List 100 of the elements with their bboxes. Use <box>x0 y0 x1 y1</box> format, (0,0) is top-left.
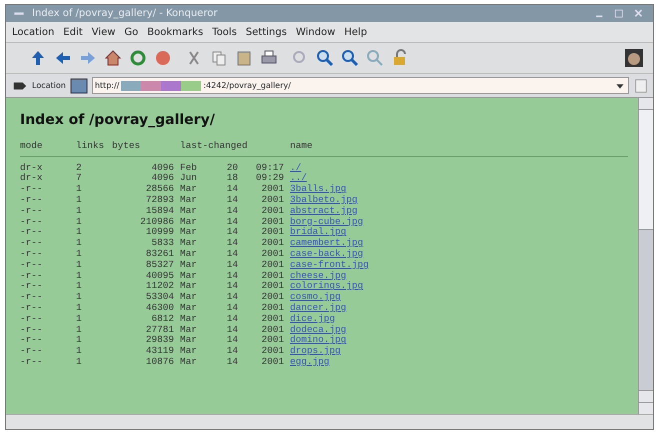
zoom-in-icon[interactable] <box>315 49 335 67</box>
file-link[interactable]: dice.jpg <box>290 312 336 324</box>
month-cell-text: Mar <box>180 314 198 325</box>
bytes-cell-text: 10999 <box>144 227 174 238</box>
file-link[interactable]: 3balls.jpg <box>290 183 346 194</box>
file-link[interactable]: dodeca.jpg <box>290 324 346 335</box>
zoom-out-icon[interactable] <box>340 49 360 67</box>
menu-item[interactable]: Tools <box>212 24 237 40</box>
month-cell-text: Feb <box>180 162 198 174</box>
file-link[interactable]: camembert.jpg <box>290 237 364 248</box>
file-link[interactable]: 3balbeto.jpg <box>290 194 358 205</box>
mode-cell-text: -r-- <box>20 314 44 325</box>
month-cell-text: Mar <box>180 302 198 314</box>
bytes-cell-text: 28566 <box>144 184 174 195</box>
time-cell-text: 2001 <box>260 206 284 217</box>
file-link[interactable]: ./ <box>290 162 302 173</box>
menu-item[interactable]: View <box>92 24 116 40</box>
file-link[interactable]: cosmo.jpg <box>290 291 341 302</box>
mode-cell-text: -r-- <box>20 260 44 271</box>
mode-cell-text: -r-- <box>20 302 44 314</box>
day-cell-text: 14 <box>226 281 238 292</box>
url-text: :4242/povray_gallery/ <box>203 80 291 92</box>
location-field[interactable]: http:// :4242/povray_gallery/ <box>92 77 629 94</box>
time-cell-text: 2001 <box>260 356 284 368</box>
file-link[interactable]: cheese.jpg <box>290 270 346 281</box>
time-cell-text: 2001 <box>260 335 284 346</box>
page-icon[interactable] <box>70 76 88 94</box>
day-cell-text: 14 <box>226 194 238 206</box>
window-title: Index of /povray_gallery/ - Konqueror <box>32 7 218 21</box>
day-cell-text: 14 <box>226 335 238 346</box>
file-link[interactable]: domino.jpg <box>290 334 346 346</box>
mode-cell-text: -r-- <box>20 194 44 206</box>
reload-icon[interactable] <box>128 49 148 67</box>
time-cell-text: 2001 <box>260 281 284 292</box>
month-cell-text: Mar <box>180 227 198 238</box>
menu-item[interactable]: Go <box>124 24 138 40</box>
links-cell-text: 1 <box>76 206 83 217</box>
page-heading: Index of /povray_gallery/ <box>20 112 216 129</box>
file-link[interactable]: case-back.jpg <box>290 248 364 259</box>
stop-icon[interactable] <box>153 49 173 67</box>
throbber-icon[interactable] <box>625 49 643 67</box>
mode-cell-text: -r-- <box>20 238 44 249</box>
bytes-cell-text: 210986 <box>139 216 174 228</box>
month-cell-text: Mar <box>180 356 198 368</box>
bytes-cell-text: 15894 <box>144 206 174 217</box>
file-link[interactable]: abstract.jpg <box>290 204 358 216</box>
month-cell-text: Mar <box>180 206 198 217</box>
file-link[interactable]: bridal.jpg <box>290 226 346 238</box>
menu-item[interactable]: Window <box>296 24 336 40</box>
bytes-cell-text: 11202 <box>144 281 174 292</box>
menu-item[interactable]: Settings <box>246 24 287 40</box>
mode-cell-text: -r-- <box>20 216 44 228</box>
links-cell-text: 1 <box>76 184 83 195</box>
bytes-cell-text: 40095 <box>144 270 174 282</box>
file-link[interactable]: ../ <box>290 172 307 184</box>
file-link[interactable]: dancer.jpg <box>290 302 346 313</box>
menu-item[interactable]: Edit <box>63 24 83 40</box>
file-link[interactable]: case-front.jpg <box>290 258 369 270</box>
location-label: Location <box>32 80 66 92</box>
file-link[interactable]: egg.jpg <box>290 356 330 367</box>
month-cell-text: Mar <box>180 248 198 260</box>
menu-item[interactable]: Bookmarks <box>147 24 204 40</box>
bytes-cell-text: 46300 <box>144 302 174 314</box>
bytes-cell-text: 53304 <box>144 292 174 303</box>
time-cell-text: 2001 <box>260 194 284 206</box>
day-cell-text: 14 <box>226 324 238 336</box>
time-cell-text: 2001 <box>260 270 284 282</box>
time-cell-text: 2001 <box>260 324 284 336</box>
month-cell-text: Mar <box>180 238 198 249</box>
month-cell-text: Mar <box>180 260 198 271</box>
mode-cell-text: -r-- <box>20 346 44 357</box>
links-cell-text: 1 <box>76 356 83 368</box>
bytes-cell-text: 6812 <box>150 314 174 325</box>
day-cell-text: 14 <box>226 227 238 238</box>
home-icon[interactable] <box>103 49 123 67</box>
column-header: name <box>290 140 314 152</box>
bytes-cell-text: 27781 <box>144 324 174 336</box>
url-text: http:// <box>94 80 120 92</box>
file-link[interactable]: borg-cube.jpg <box>290 216 364 227</box>
column-header: last-changed <box>180 140 249 152</box>
file-link[interactable]: colorings.jpg <box>290 280 364 292</box>
day-cell-text: 14 <box>226 216 238 228</box>
mode-cell-text: -r-- <box>20 206 44 217</box>
scrollbar[interactable] <box>638 98 653 414</box>
day-cell-text: 14 <box>226 314 238 325</box>
links-cell-text: 1 <box>76 292 83 303</box>
mode-cell-text: -r-- <box>20 270 44 282</box>
file-link[interactable]: drops.jpg <box>290 345 341 356</box>
mode-cell-text: dr-x <box>20 173 44 184</box>
links-cell-text: 1 <box>76 248 83 260</box>
mode-cell-text: -r-- <box>20 292 44 303</box>
search-icon[interactable] <box>365 49 385 67</box>
links-cell-text: 7 <box>76 173 83 184</box>
links-cell-text: 2 <box>76 162 83 174</box>
links-cell-text: 1 <box>76 260 83 271</box>
links-cell-text: 1 <box>76 346 83 357</box>
menu-item[interactable]: Location <box>12 24 54 40</box>
menu-item[interactable]: Help <box>344 24 368 40</box>
time-cell-text: 2001 <box>260 314 284 325</box>
links-cell-text: 1 <box>76 227 83 238</box>
